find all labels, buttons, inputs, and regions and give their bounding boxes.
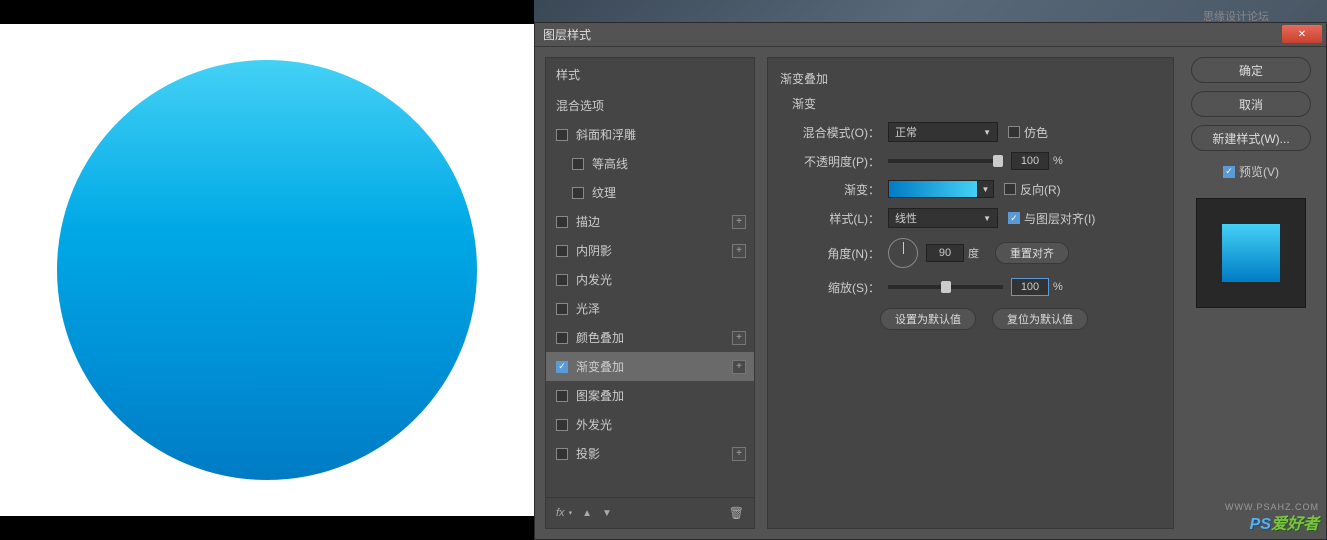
style-item-outer-glow[interactable]: 外发光 bbox=[546, 410, 754, 439]
up-arrow-icon[interactable]: ▲ bbox=[582, 508, 592, 519]
reset-default-button[interactable]: 复位为默认值 bbox=[992, 308, 1088, 330]
style-item-texture[interactable]: 纹理 bbox=[546, 178, 754, 207]
style-item-inner-glow[interactable]: 内发光 bbox=[546, 265, 754, 294]
align-label: 与图层对齐(I) bbox=[1024, 210, 1095, 227]
add-icon[interactable]: + bbox=[732, 215, 746, 229]
checkbox[interactable] bbox=[556, 245, 568, 257]
set-default-button[interactable]: 设置为默认值 bbox=[880, 308, 976, 330]
scale-input[interactable]: 100 bbox=[1011, 278, 1049, 296]
style-label: 样式(L)： bbox=[780, 210, 888, 227]
checkbox[interactable] bbox=[556, 448, 568, 460]
canvas-area bbox=[0, 24, 534, 516]
gradient-dropdown[interactable]: ▼ bbox=[978, 180, 994, 198]
checkbox[interactable] bbox=[556, 129, 568, 141]
scale-slider[interactable] bbox=[888, 285, 1003, 289]
style-select[interactable]: 线性 ▼ bbox=[888, 208, 998, 228]
checkbox[interactable] bbox=[556, 216, 568, 228]
cancel-button[interactable]: 取消 bbox=[1191, 91, 1311, 117]
style-item-gradient-overlay[interactable]: ✓ 渐变叠加 + bbox=[546, 352, 754, 381]
angle-label: 角度(N)： bbox=[780, 245, 888, 262]
style-item-stroke[interactable]: 描边 + bbox=[546, 207, 754, 236]
checkbox[interactable] bbox=[572, 187, 584, 199]
section-title: 渐变叠加 bbox=[780, 70, 1161, 87]
add-icon[interactable]: + bbox=[732, 331, 746, 345]
styles-footer: fx ▾ ▲ ▼ 🗑 bbox=[546, 497, 754, 528]
chevron-down-icon: ▼ bbox=[983, 214, 991, 223]
checkbox[interactable] bbox=[572, 158, 584, 170]
checkbox[interactable]: ✓ bbox=[556, 361, 568, 373]
opacity-slider[interactable] bbox=[888, 159, 1003, 163]
checkbox[interactable] bbox=[556, 303, 568, 315]
dither-checkbox[interactable] bbox=[1008, 126, 1020, 138]
preview-swatch bbox=[1222, 224, 1280, 282]
add-icon[interactable]: + bbox=[732, 244, 746, 258]
group-label: 渐变 bbox=[780, 95, 1161, 112]
styles-header[interactable]: 样式 bbox=[546, 58, 754, 91]
angle-hand bbox=[903, 242, 904, 254]
new-style-button[interactable]: 新建样式(W)... bbox=[1191, 125, 1311, 151]
slider-thumb[interactable] bbox=[993, 155, 1003, 167]
angle-dial[interactable] bbox=[888, 238, 918, 268]
fx-icon[interactable]: fx bbox=[556, 507, 565, 519]
reverse-label: 反向(R) bbox=[1020, 181, 1061, 198]
styles-list-panel: 样式 混合选项 斜面和浮雕 等高线 纹理 描边 + bbox=[545, 57, 755, 529]
add-icon[interactable]: + bbox=[732, 447, 746, 461]
checkbox[interactable] bbox=[556, 274, 568, 286]
preview-box bbox=[1196, 198, 1306, 308]
chevron-down-icon: ▼ bbox=[983, 128, 991, 137]
trash-icon[interactable]: 🗑 bbox=[729, 506, 744, 520]
checkbox[interactable] bbox=[556, 332, 568, 344]
style-item-color-overlay[interactable]: 颜色叠加 + bbox=[546, 323, 754, 352]
reset-align-button[interactable]: 重置对齐 bbox=[995, 242, 1069, 264]
watermark-logo: PS爱好者 bbox=[1250, 510, 1319, 534]
dialog-title-text: 图层样式 bbox=[543, 26, 591, 43]
ok-button[interactable]: 确定 bbox=[1191, 57, 1311, 83]
gradient-overlay-settings: 渐变叠加 渐变 混合模式(O)： 正常 ▼ 仿色 不透明度(P)： 100 % bbox=[767, 57, 1174, 529]
style-item-drop-shadow[interactable]: 投影 + bbox=[546, 439, 754, 468]
checkbox[interactable] bbox=[556, 419, 568, 431]
opacity-input[interactable]: 100 bbox=[1011, 152, 1049, 170]
checkbox[interactable] bbox=[556, 390, 568, 402]
down-arrow-icon[interactable]: ▼ bbox=[602, 508, 612, 519]
gradient-swatch[interactable] bbox=[888, 180, 978, 198]
gradient-label: 渐变： bbox=[780, 181, 888, 198]
close-button[interactable]: ✕ bbox=[1282, 25, 1322, 43]
style-item-bevel[interactable]: 斜面和浮雕 bbox=[546, 120, 754, 149]
style-item-contour[interactable]: 等高线 bbox=[546, 149, 754, 178]
blend-options-item[interactable]: 混合选项 bbox=[546, 91, 754, 120]
style-item-inner-shadow[interactable]: 内阴影 + bbox=[546, 236, 754, 265]
blend-mode-label: 混合模式(O)： bbox=[780, 124, 888, 141]
dialog-titlebar: 图层样式 ✕ bbox=[535, 23, 1326, 47]
opacity-label: 不透明度(P)： bbox=[780, 153, 888, 170]
fx-menu-icon[interactable]: ▾ bbox=[569, 509, 573, 517]
angle-input[interactable]: 90 bbox=[926, 244, 964, 262]
right-buttons-panel: 确定 取消 新建样式(W)... ✓ 预览(V) bbox=[1186, 57, 1316, 529]
slider-thumb[interactable] bbox=[941, 281, 951, 293]
blend-mode-select[interactable]: 正常 ▼ bbox=[888, 122, 998, 142]
reverse-checkbox[interactable] bbox=[1004, 183, 1016, 195]
preview-label: 预览(V) bbox=[1239, 163, 1279, 180]
scale-label: 缩放(S)： bbox=[780, 279, 888, 296]
preview-checkbox[interactable]: ✓ bbox=[1223, 166, 1235, 178]
style-item-satin[interactable]: 光泽 bbox=[546, 294, 754, 323]
align-checkbox[interactable]: ✓ bbox=[1008, 212, 1020, 224]
gradient-circle bbox=[57, 60, 477, 480]
style-item-pattern-overlay[interactable]: 图案叠加 bbox=[546, 381, 754, 410]
add-icon[interactable]: + bbox=[732, 360, 746, 374]
layer-style-dialog: 图层样式 ✕ 样式 混合选项 斜面和浮雕 等高线 纹理 bbox=[534, 22, 1327, 540]
dither-label: 仿色 bbox=[1024, 124, 1048, 141]
